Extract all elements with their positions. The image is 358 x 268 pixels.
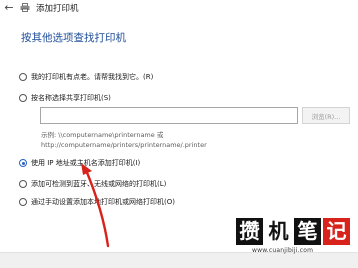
option-old-printer[interactable]: 我的打印机有点老。请帮我找到它。(R) [19, 72, 153, 82]
share-name-input[interactable] [40, 107, 298, 124]
option-label: 我的打印机有点老。请帮我找到它。(R) [31, 73, 154, 81]
watermark-char: 机 [265, 218, 292, 245]
option-label: 通过手动设置添加本地打印机或网络打印机(O) [31, 198, 175, 206]
window-title: 添加打印机 [36, 3, 79, 14]
example-text: 示例: \\computername\printername 或 http://… [41, 130, 207, 150]
option-manual-local[interactable]: 通过手动设置添加本地打印机或网络打印机(O) [19, 197, 175, 207]
watermark-url: www.cuanjibiji.com [252, 247, 314, 254]
radio-button[interactable] [19, 94, 27, 102]
radio-button[interactable] [19, 180, 27, 188]
watermark-char: 记 [323, 218, 350, 245]
radio-button[interactable] [19, 198, 27, 206]
watermark-logo: 攒 机 笔 记 www.cuanjibiji.com [236, 218, 356, 256]
option-label: 添加可检测到蓝牙、无线或网络的打印机(L) [31, 180, 167, 188]
watermark-char: 攒 [236, 218, 263, 245]
back-arrow-icon[interactable]: ← [4, 2, 14, 13]
example-line-1: 示例: \\computername\printername 或 [41, 131, 164, 139]
add-printer-wizard: ← 添加打印机 按其他选项查找打印机 我的打印机有点老。请帮我找到它。(R) 按… [0, 0, 358, 268]
wizard-header: ← 添加打印机 [4, 1, 79, 14]
option-bluetooth-wireless[interactable]: 添加可检测到蓝牙、无线或网络的打印机(L) [19, 179, 166, 189]
option-label: 使用 IP 地址或主机名添加打印机(I) [31, 159, 141, 167]
example-line-2: http://computername/printers/printername… [41, 141, 207, 149]
browse-button[interactable]: 浏览(R)... [302, 107, 350, 124]
radio-button-selected[interactable] [19, 159, 27, 167]
option-ip-address[interactable]: 使用 IP 地址或主机名添加打印机(I) [19, 158, 140, 168]
radio-button[interactable] [19, 73, 27, 81]
watermark-char: 笔 [294, 218, 321, 245]
printer-icon [20, 3, 30, 12]
option-label: 按名称选择共享打印机(S) [31, 94, 111, 102]
option-shared-printer[interactable]: 按名称选择共享打印机(S) [19, 93, 111, 103]
page-title: 按其他选项查找打印机 [21, 32, 126, 44]
watermark-tiles: 攒 机 笔 记 [236, 218, 350, 245]
